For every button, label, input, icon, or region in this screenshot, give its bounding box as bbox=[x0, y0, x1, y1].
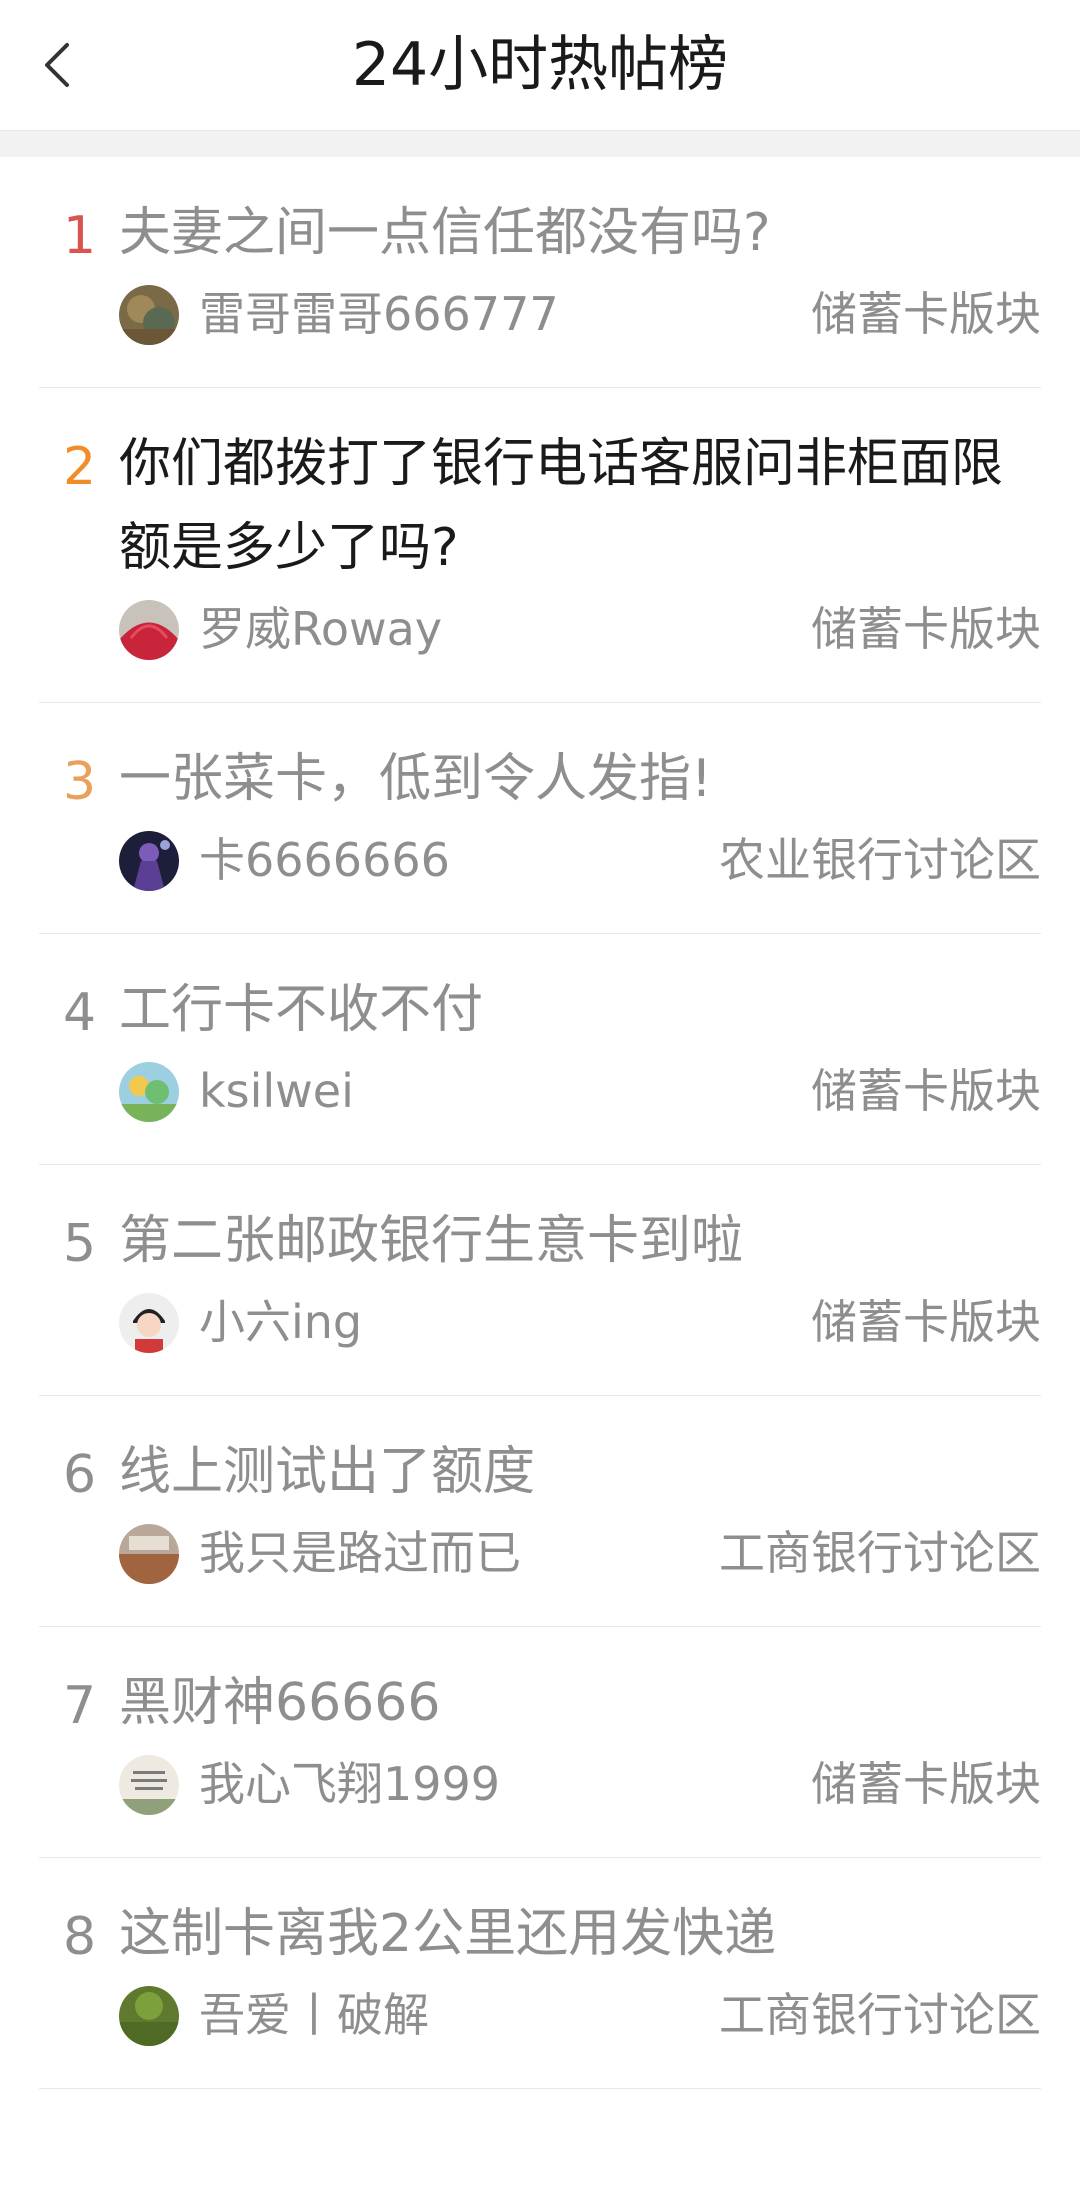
avatar[interactable] bbox=[119, 1755, 179, 1815]
hot-post-list: 1 夫妻之间一点信任都没有吗? 雷哥雷哥666777 储蓄卡版块 2 你们都拨打… bbox=[0, 157, 1080, 2089]
list-item[interactable]: 2 你们都拨打了银行电话客服问非柜面限额是多少了吗? 罗威Roway 储蓄卡版块 bbox=[39, 388, 1041, 703]
post-meta: 雷哥雷哥666777 储蓄卡版块 bbox=[119, 279, 1041, 349]
post-meta: 我心飞翔1999 储蓄卡版块 bbox=[119, 1749, 1041, 1819]
header-divider bbox=[0, 131, 1080, 157]
avatar[interactable] bbox=[119, 1293, 179, 1353]
rank-number: 7 bbox=[63, 1676, 97, 1736]
author-name[interactable]: 罗威Roway bbox=[199, 594, 442, 664]
board-name[interactable]: 工商银行讨论区 bbox=[719, 1518, 1041, 1588]
post-meta: ksilwei 储蓄卡版块 bbox=[119, 1056, 1041, 1126]
post-title[interactable]: 第二张邮政银行生意卡到啦 bbox=[119, 1199, 1041, 1283]
list-item[interactable]: 3 一张菜卡，低到令人发指! 卡6666666 农业银行讨论区 bbox=[39, 703, 1041, 934]
author-name[interactable]: 我心飞翔1999 bbox=[199, 1749, 500, 1819]
post-meta: 小六ing 储蓄卡版块 bbox=[119, 1287, 1041, 1357]
post-title[interactable]: 这制卡离我2公里还用发快递 bbox=[119, 1892, 1041, 1976]
board-name[interactable]: 储蓄卡版块 bbox=[811, 279, 1041, 349]
avatar[interactable] bbox=[119, 1524, 179, 1584]
rank-number: 6 bbox=[63, 1445, 97, 1505]
post-title[interactable]: 工行卡不收不付 bbox=[119, 968, 1041, 1052]
avatar[interactable] bbox=[119, 1986, 179, 2046]
author-name[interactable]: 小六ing bbox=[199, 1287, 362, 1357]
list-item[interactable]: 1 夫妻之间一点信任都没有吗? 雷哥雷哥666777 储蓄卡版块 bbox=[39, 157, 1041, 388]
list-item[interactable]: 7 黑财神66666 我心飞翔1999 储蓄卡版块 bbox=[39, 1627, 1041, 1858]
post-title[interactable]: 你们都拨打了银行电话客服问非柜面限额是多少了吗? bbox=[119, 422, 1041, 590]
list-item[interactable]: 5 第二张邮政银行生意卡到啦 小六ing 储蓄卡版块 bbox=[39, 1165, 1041, 1396]
avatar[interactable] bbox=[119, 285, 179, 345]
post-meta: 罗威Roway 储蓄卡版块 bbox=[119, 594, 1041, 664]
board-name[interactable]: 农业银行讨论区 bbox=[719, 825, 1041, 895]
post-title[interactable]: 一张菜卡，低到令人发指! bbox=[119, 737, 1041, 821]
rank-number: 4 bbox=[63, 983, 97, 1043]
author-name[interactable]: ksilwei bbox=[199, 1056, 354, 1126]
rank-number: 5 bbox=[63, 1214, 97, 1274]
rank-number: 2 bbox=[63, 437, 97, 497]
post-title[interactable]: 夫妻之间一点信任都没有吗? bbox=[119, 191, 1041, 275]
post-meta: 我只是路过而已 工商银行讨论区 bbox=[119, 1518, 1041, 1588]
page-title: 24小时热帖榜 bbox=[351, 30, 729, 100]
list-item[interactable]: 4 工行卡不收不付 ksilwei 储蓄卡版块 bbox=[39, 934, 1041, 1165]
author-name[interactable]: 雷哥雷哥666777 bbox=[199, 279, 559, 349]
rank-number: 3 bbox=[63, 752, 97, 812]
board-name[interactable]: 储蓄卡版块 bbox=[811, 1287, 1041, 1357]
post-meta: 吾爱丨破解 工商银行讨论区 bbox=[119, 1980, 1041, 2050]
board-name[interactable]: 储蓄卡版块 bbox=[811, 1749, 1041, 1819]
author-name[interactable]: 吾爱丨破解 bbox=[199, 1980, 429, 2050]
list-item[interactable]: 6 线上测试出了额度 我只是路过而已 工商银行讨论区 bbox=[39, 1396, 1041, 1627]
header-bar: 24小时热帖榜 bbox=[0, 0, 1080, 131]
rank-number: 8 bbox=[63, 1907, 97, 1967]
board-name[interactable]: 储蓄卡版块 bbox=[811, 1056, 1041, 1126]
author-name[interactable]: 我只是路过而已 bbox=[199, 1518, 521, 1588]
list-item[interactable]: 8 这制卡离我2公里还用发快递 吾爱丨破解 工商银行讨论区 bbox=[39, 1858, 1041, 2089]
board-name[interactable]: 储蓄卡版块 bbox=[811, 594, 1041, 664]
board-name[interactable]: 工商银行讨论区 bbox=[719, 1980, 1041, 2050]
rank-number: 1 bbox=[63, 206, 97, 266]
post-title[interactable]: 黑财神66666 bbox=[119, 1661, 1041, 1745]
post-title[interactable]: 线上测试出了额度 bbox=[119, 1430, 1041, 1514]
avatar[interactable] bbox=[119, 1062, 179, 1122]
author-name[interactable]: 卡6666666 bbox=[199, 825, 450, 895]
post-meta: 卡6666666 农业银行讨论区 bbox=[119, 825, 1041, 895]
avatar[interactable] bbox=[119, 831, 179, 891]
avatar[interactable] bbox=[119, 600, 179, 660]
